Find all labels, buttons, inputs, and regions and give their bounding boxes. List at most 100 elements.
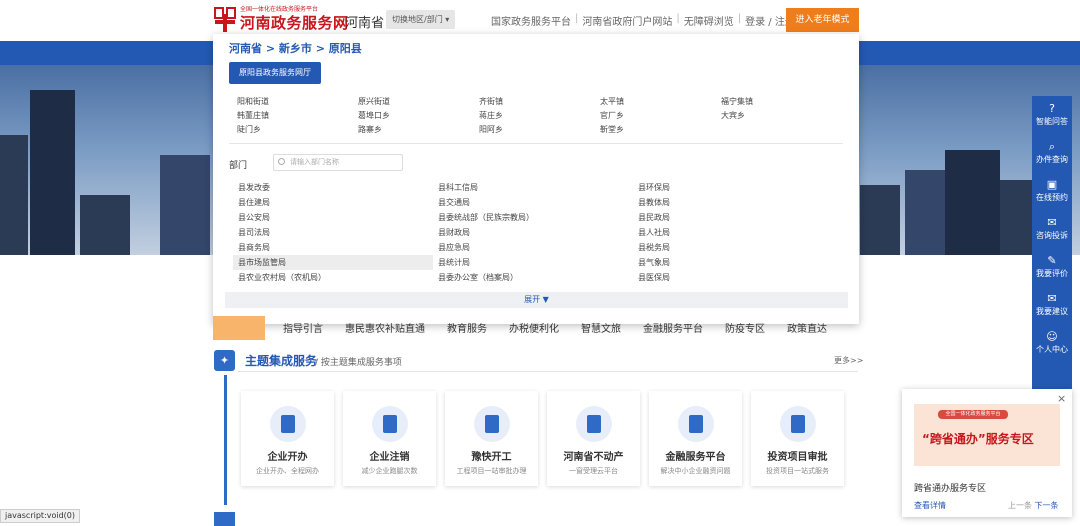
section-timeline (224, 375, 227, 505)
town-item[interactable]: 齐街镇 (479, 96, 600, 107)
department-label: 部门 (229, 161, 248, 171)
more-link[interactable]: 更多>> (834, 355, 863, 366)
logo-tagline: 全国一体化在线政务服务平台 (240, 6, 319, 13)
sidebar-item-complaint[interactable]: ✉ 咨询投诉 (1032, 210, 1072, 248)
promo-prev-link[interactable]: 上一条 (1008, 501, 1032, 510)
department-item[interactable]: 县财政局 (433, 225, 633, 240)
department-item[interactable]: 县住建局 (233, 195, 433, 210)
site-logo[interactable]: 全国一体化在线政务服务平台 河南政务服务网 (214, 6, 349, 32)
town-item[interactable]: 韩董庄镇 (237, 110, 358, 121)
link-accessibility[interactable]: 无障碍浏览 (684, 13, 734, 28)
theme-card[interactable]: 金融服务平台 解决中小企业融资问题 (649, 391, 742, 486)
message-icon: ✉ (1047, 216, 1057, 229)
promo-pager: 上一条 下一条 (1008, 500, 1059, 511)
calendar-icon: ▣ (1046, 178, 1058, 191)
town-item[interactable]: 福宁集镇 (721, 96, 842, 107)
theme-cards: 企业开办 企业开办、全程网办 企业注销 减少企业跑腿次数 豫快开工 工程项目一站… (241, 391, 844, 486)
sidebar-item-profile[interactable]: ☺ 个人中心 (1032, 324, 1072, 362)
nav-item[interactable]: 办税便利化 (509, 320, 559, 335)
promo-image-title: “跨省通办”服务专区 (922, 432, 1034, 446)
town-item[interactable]: 阳和街道 (237, 96, 358, 107)
department-item[interactable]: 县医保局 (633, 270, 833, 285)
department-item[interactable]: 县委办公室（档案局） (433, 270, 633, 285)
department-item[interactable]: 县发改委 (233, 180, 433, 195)
town-item[interactable]: 葛埠口乡 (358, 110, 479, 121)
nav-item[interactable]: 指导引言 (283, 320, 323, 335)
promo-next-link[interactable]: 下一条 (1035, 501, 1059, 510)
mail-icon: ✉ (1047, 292, 1057, 305)
theme-card[interactable]: 豫快开工 工程项目一站审批办理 (445, 391, 538, 486)
promo-image[interactable]: 全国一体化政务服务平台 “跨省通办”服务专区 (914, 404, 1060, 466)
current-province: 河南省 (345, 16, 385, 31)
theme-card[interactable]: 企业注销 减少企业跑腿次数 (343, 391, 436, 486)
sidebar-item-suggest[interactable]: ✉ 我要建议 (1032, 286, 1072, 324)
next-section-icon (214, 512, 235, 526)
promo-details-link[interactable]: 查看详情 (914, 500, 946, 511)
nav-item[interactable]: 防疫专区 (725, 320, 765, 335)
card-title: 金融服务平台 (665, 452, 726, 463)
town-item[interactable]: 蒋庄乡 (479, 110, 600, 121)
chat-icon: ? (1049, 102, 1055, 115)
town-item[interactable]: 原兴街道 (358, 96, 479, 107)
county-hall-button[interactable]: 原阳县政务服务网厅 (229, 62, 321, 84)
department-item[interactable]: 县交通局 (433, 195, 633, 210)
town-item[interactable]: 陡门乡 (237, 124, 358, 135)
card-subtitle: 减少企业跑腿次数 (361, 467, 418, 475)
switch-region-button[interactable]: 切换地区/部门 ▾ (386, 10, 456, 29)
department-item[interactable]: 县公安局 (233, 210, 433, 225)
link-national-platform[interactable]: 国家政务服务平台 (491, 13, 571, 28)
department-item[interactable]: 县气象局 (633, 255, 833, 270)
town-item[interactable]: 太平镇 (600, 96, 721, 107)
department-item[interactable]: 县环保局 (633, 180, 833, 195)
town-item[interactable]: 路寨乡 (358, 124, 479, 135)
department-item[interactable]: 县应急局 (433, 240, 633, 255)
town-item[interactable]: 靳堂乡 (600, 124, 721, 135)
theme-card[interactable]: 投资项目审批 投资项目一站式服务 (751, 391, 844, 486)
sidebar-item-smart-qa[interactable]: ? 智能问答 (1032, 96, 1072, 134)
crane-icon (473, 406, 510, 442)
region-breadcrumb[interactable]: 河南省 > 新乡市 > 原阳县 (229, 40, 362, 56)
nav-item[interactable]: 惠民惠农补贴直通 (345, 320, 425, 335)
finance-icon (677, 406, 714, 442)
department-item-hovered[interactable]: 县市场监管局 (233, 255, 433, 270)
right-float-sidebar: ? 智能问答 ⌕ 办件查询 ▣ 在线预约 ✉ 咨询投诉 ✎ 我要评价 ✉ 我要建议 ☺ 个人中… (1032, 96, 1072, 389)
sidebar-item-booking[interactable]: ▣ 在线预约 (1032, 172, 1072, 210)
card-subtitle: 投资项目一站式服务 (766, 467, 829, 475)
expand-button[interactable]: 展开 ▼ (225, 292, 848, 308)
link-province-portal[interactable]: 河南省政府门户网站 (582, 13, 672, 28)
department-item[interactable]: 县委统战部（民族宗教局） (433, 210, 633, 225)
theme-card[interactable]: 河南省不动产 一窗受理云平台 (547, 391, 640, 486)
theme-card[interactable]: 企业开办 企业开办、全程网办 (241, 391, 334, 486)
card-title: 企业注销 (369, 452, 410, 463)
sidebar-item-rate[interactable]: ✎ 我要评价 (1032, 248, 1072, 286)
department-item[interactable]: 县统计局 (433, 255, 633, 270)
nav-item[interactable]: 政策直达 (787, 320, 827, 335)
department-item[interactable]: 县商务局 (233, 240, 433, 255)
card-subtitle: 一窗受理云平台 (569, 467, 618, 475)
promo-image-tag: 全国一体化政务服务平台 (938, 410, 1008, 419)
search-icon: ⌕ (1048, 140, 1056, 153)
department-item[interactable]: 县税务局 (633, 240, 833, 255)
nav-item[interactable]: 智慧文旅 (581, 320, 621, 335)
town-item[interactable]: 阳阿乡 (479, 124, 600, 135)
town-item[interactable]: 官厂乡 (600, 110, 721, 121)
card-title: 河南省不动产 (563, 452, 624, 463)
elder-mode-button[interactable]: 进入老年模式 (786, 8, 859, 32)
investment-icon (779, 406, 816, 442)
town-item[interactable]: 大宾乡 (721, 110, 842, 121)
card-title: 豫快开工 (471, 452, 512, 463)
department-item[interactable]: 县民政局 (633, 210, 833, 225)
card-subtitle: 企业开办、全程网办 (256, 467, 319, 475)
sidebar-item-query[interactable]: ⌕ 办件查询 (1032, 134, 1072, 172)
department-item[interactable]: 县科工信局 (433, 180, 633, 195)
department-item[interactable]: 县农业农村局（农机局） (233, 270, 433, 285)
department-search-input[interactable]: 请输入部门名称 (273, 154, 403, 171)
section-title: 主题集成服务 (245, 354, 318, 368)
logo-mark-icon (214, 6, 236, 32)
department-item[interactable]: 县人社局 (633, 225, 833, 240)
feature-nav-accent (213, 316, 265, 340)
department-item[interactable]: 县教体局 (633, 195, 833, 210)
nav-item[interactable]: 金融服务平台 (643, 320, 703, 335)
department-item[interactable]: 县司法局 (233, 225, 433, 240)
nav-item[interactable]: 教育服务 (447, 320, 487, 335)
